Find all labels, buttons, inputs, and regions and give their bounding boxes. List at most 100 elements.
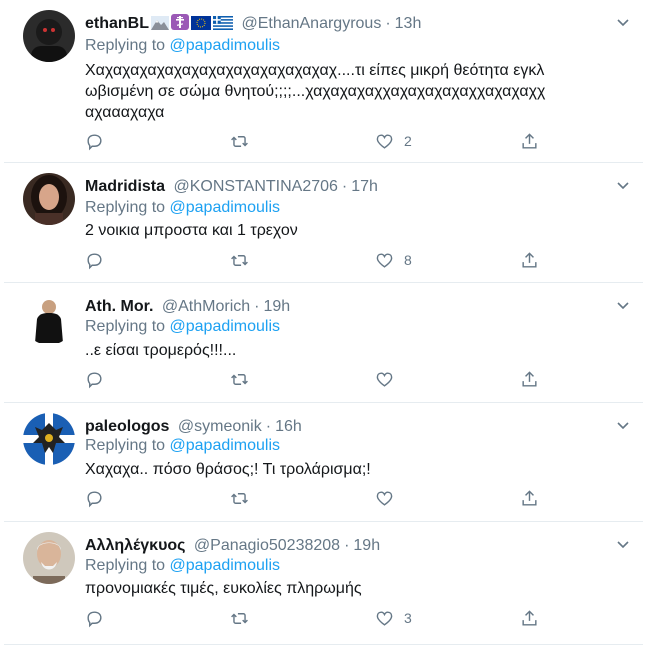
like-icon bbox=[376, 371, 393, 387]
separator-dot: · bbox=[385, 15, 391, 32]
timestamp[interactable]: 17h bbox=[351, 178, 378, 195]
tweet[interactable]: Αλληλέγκυος @Panagio50238208 · 19h Replyin… bbox=[4, 522, 643, 645]
tweet-actions bbox=[85, 369, 555, 389]
like-count: 8 bbox=[404, 252, 412, 268]
separator-dot: · bbox=[344, 537, 350, 554]
reply-icon bbox=[87, 490, 102, 507]
share-button[interactable] bbox=[520, 488, 539, 508]
timestamp[interactable]: 16h bbox=[275, 418, 302, 435]
reply-button[interactable] bbox=[85, 488, 104, 508]
mention-link[interactable]: @papadimoulis bbox=[170, 199, 281, 216]
replying-label: Replying to bbox=[85, 318, 166, 335]
tweet-text: Χαχαχα.. πόσο θράσος;! Τι τρολάρισμα;! bbox=[85, 461, 371, 478]
retweet-button[interactable] bbox=[230, 250, 249, 270]
reply-button[interactable] bbox=[85, 250, 104, 270]
retweet-button[interactable] bbox=[230, 369, 249, 389]
retweet-icon bbox=[231, 254, 248, 266]
tweet-header: ethanBL @EthanAnargyrous · 13h bbox=[85, 14, 421, 34]
reply-feed: ethanBL @EthanAnargyrous · 13h Replying to… bbox=[0, 0, 650, 645]
chevron-down-icon[interactable] bbox=[615, 536, 631, 552]
display-name[interactable]: Madridista bbox=[85, 178, 165, 195]
eu-flag-emoji bbox=[191, 16, 211, 30]
reply-button[interactable] bbox=[85, 608, 104, 628]
separator-dot: · bbox=[341, 178, 348, 195]
orthodox-cross-emoji bbox=[171, 14, 189, 30]
reply-icon bbox=[87, 610, 102, 627]
mention-link[interactable]: @papadimoulis bbox=[170, 557, 281, 574]
separator-dot: · bbox=[254, 298, 260, 315]
display-name[interactable]: Αλληλέγκυος bbox=[85, 537, 185, 554]
tweet[interactable]: Ath. Mor. @AthMorich · 19h Replying to @pa… bbox=[4, 283, 643, 403]
timestamp[interactable]: 19h bbox=[263, 298, 290, 315]
tweet[interactable]: paleologos @symeonik · 16h Replying to @pa… bbox=[4, 403, 643, 522]
chevron-down-icon[interactable] bbox=[615, 297, 631, 313]
chevron-down-icon[interactable] bbox=[615, 14, 631, 30]
share-button[interactable] bbox=[520, 608, 539, 628]
avatar[interactable] bbox=[23, 413, 75, 465]
tweet-header: Ath. Mor. @AthMorich · 19h bbox=[85, 297, 290, 317]
like-icon bbox=[376, 252, 393, 268]
timestamp[interactable]: 13h bbox=[395, 15, 422, 32]
share-button[interactable] bbox=[520, 131, 539, 151]
retweet-button[interactable] bbox=[230, 608, 249, 628]
tweet-header: paleologos @symeonik · 16h bbox=[85, 417, 302, 437]
user-handle[interactable]: @symeonik bbox=[178, 418, 262, 435]
share-icon bbox=[522, 251, 537, 268]
user-handle[interactable]: @Panagio50238208 bbox=[194, 537, 340, 554]
share-button[interactable] bbox=[520, 250, 539, 270]
tweet-text: προνομιακές τιμές, ευκολίες πληρωμής bbox=[85, 580, 362, 597]
mountain-emoji bbox=[151, 16, 169, 30]
share-icon bbox=[522, 489, 537, 506]
like-icon bbox=[376, 610, 393, 626]
like-button[interactable] bbox=[375, 369, 404, 389]
like-button[interactable] bbox=[375, 488, 404, 508]
tweet-header: Madridista @KONSTANTINA2706 · 17h bbox=[85, 177, 378, 197]
retweet-button[interactable] bbox=[230, 131, 249, 151]
share-button[interactable] bbox=[520, 369, 539, 389]
chevron-down-icon[interactable] bbox=[615, 177, 631, 193]
mention-link[interactable]: @papadimoulis bbox=[170, 437, 281, 454]
retweet-button[interactable] bbox=[230, 488, 249, 508]
user-handle[interactable]: @EthanAnargyrous bbox=[241, 15, 381, 32]
like-button[interactable]: 8 bbox=[375, 250, 412, 270]
reply-icon bbox=[87, 371, 102, 388]
replying-to: Replying to @papadimoulis bbox=[85, 36, 280, 56]
like-button[interactable]: 2 bbox=[375, 131, 412, 151]
replying-to: Replying to @papadimoulis bbox=[85, 436, 280, 456]
display-name[interactable]: ethanBL bbox=[85, 15, 149, 32]
retweet-icon bbox=[231, 135, 248, 147]
chevron-down-icon[interactable] bbox=[615, 417, 631, 433]
tweet-actions bbox=[85, 488, 555, 508]
reply-button[interactable] bbox=[85, 131, 104, 151]
tweet-text: Χαχαχαχαχαχαχαχαχαχαχαχαχαχαχ....τι είπε… bbox=[85, 62, 546, 121]
avatar[interactable] bbox=[23, 532, 75, 584]
retweet-icon bbox=[231, 373, 248, 385]
greek-flag-emoji bbox=[213, 16, 233, 30]
replying-to: Replying to @papadimoulis bbox=[85, 198, 280, 218]
user-handle[interactable]: @AthMorich bbox=[162, 298, 250, 315]
user-handle[interactable]: @KONSTANTINA2706 bbox=[173, 178, 337, 195]
tweet-actions: 2 bbox=[85, 131, 555, 151]
reply-icon bbox=[87, 133, 102, 150]
avatar[interactable] bbox=[23, 10, 75, 62]
replying-to: Replying to @papadimoulis bbox=[85, 556, 280, 576]
display-name[interactable]: Ath. Mor. bbox=[85, 298, 153, 315]
timestamp[interactable]: 19h bbox=[353, 537, 380, 554]
tweet[interactable]: Madridista @KONSTANTINA2706 · 17h Replying… bbox=[4, 163, 643, 283]
avatar[interactable] bbox=[23, 173, 75, 225]
replying-to: Replying to @papadimoulis bbox=[85, 317, 280, 337]
reply-button[interactable] bbox=[85, 369, 104, 389]
like-count: 2 bbox=[404, 133, 412, 149]
mention-link[interactable]: @papadimoulis bbox=[170, 37, 281, 54]
mention-link[interactable]: @papadimoulis bbox=[170, 318, 281, 335]
display-name[interactable]: paleologos bbox=[85, 418, 169, 435]
retweet-icon bbox=[231, 492, 248, 504]
avatar[interactable] bbox=[23, 293, 75, 345]
separator-dot: · bbox=[265, 418, 272, 435]
like-button[interactable]: 3 bbox=[375, 608, 412, 628]
share-icon bbox=[522, 370, 537, 387]
tweet[interactable]: ethanBL @EthanAnargyrous · 13h Replying to… bbox=[4, 0, 643, 163]
replying-label: Replying to bbox=[85, 199, 166, 216]
replying-label: Replying to bbox=[85, 557, 166, 574]
tweet-header: Αλληλέγκυος @Panagio50238208 · 19h bbox=[85, 536, 380, 556]
